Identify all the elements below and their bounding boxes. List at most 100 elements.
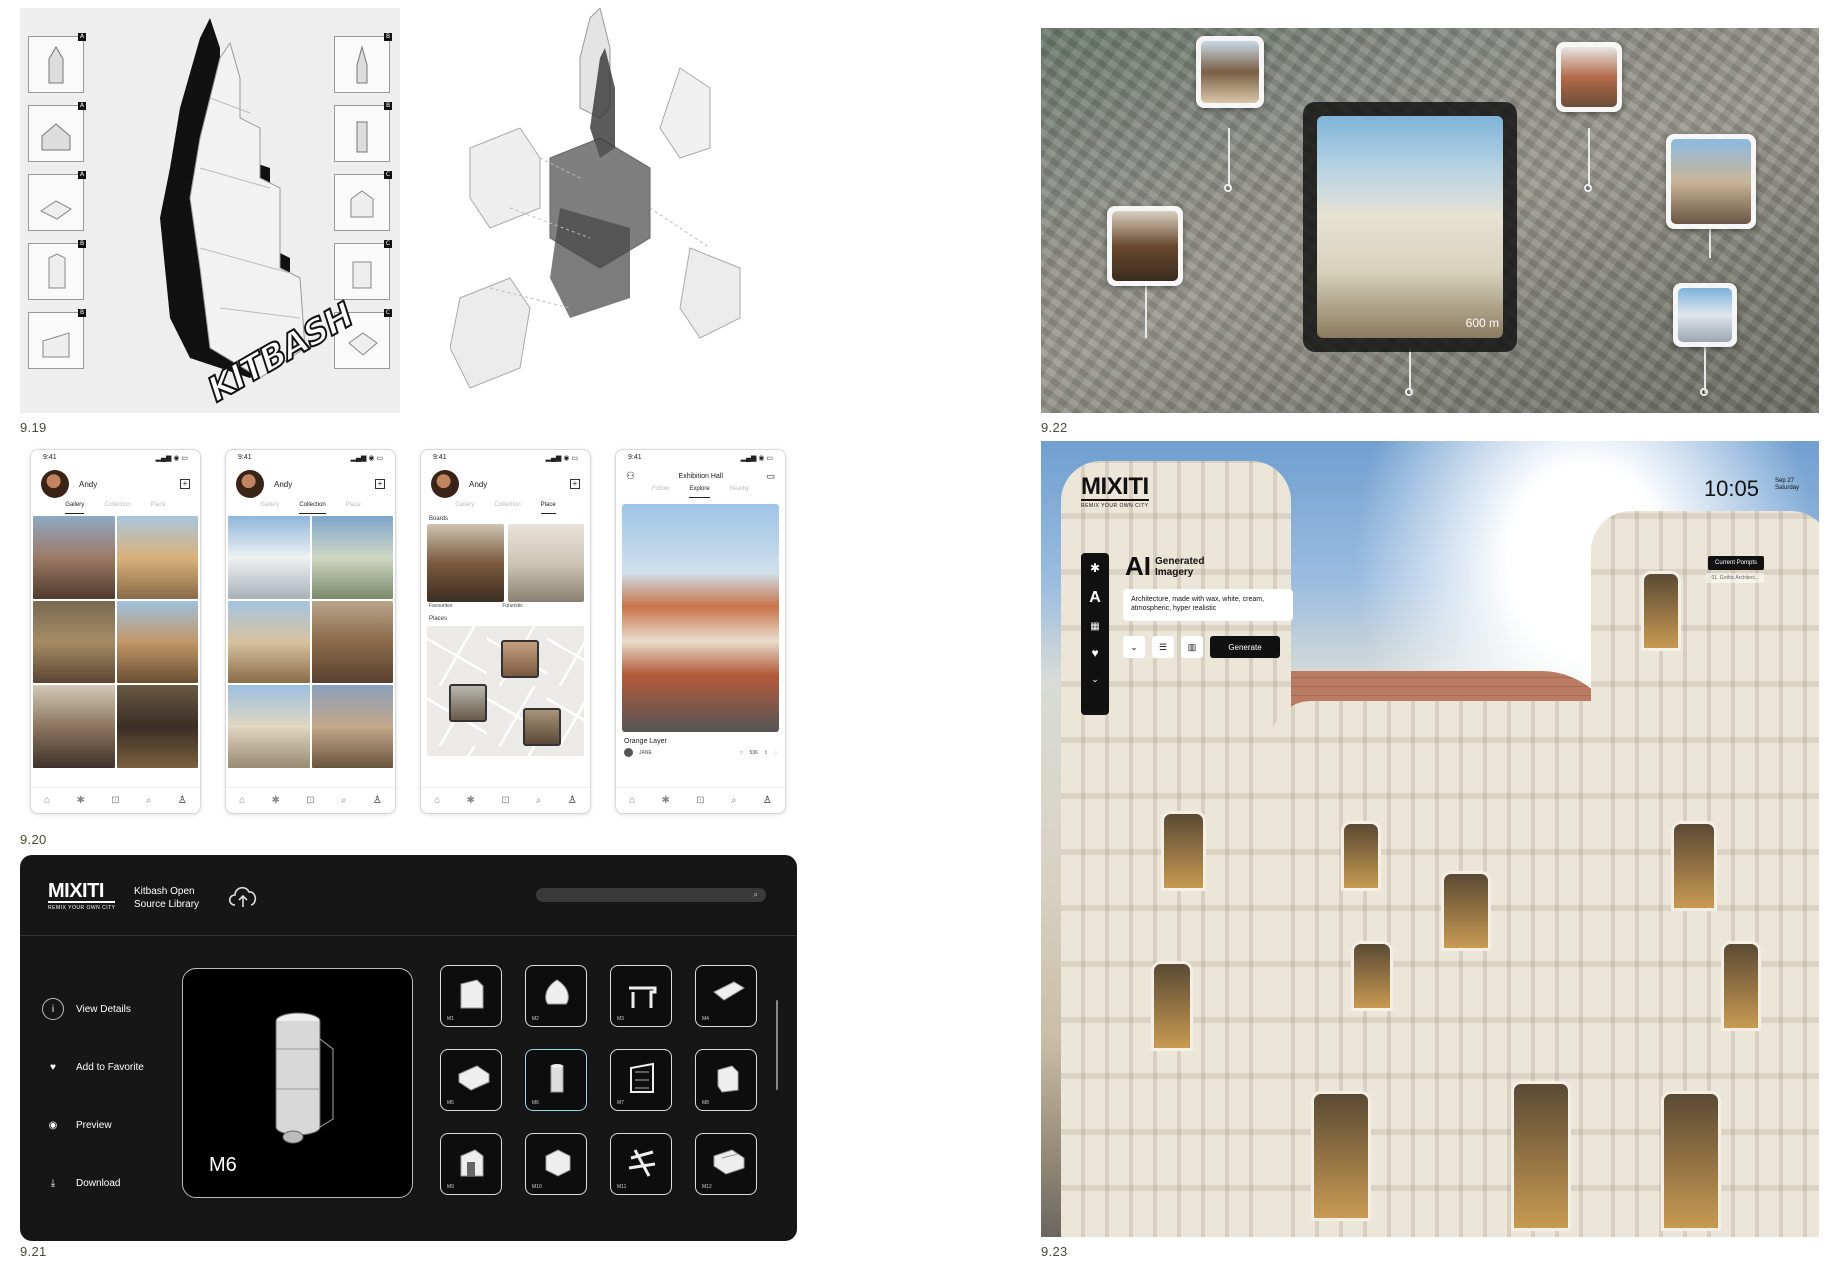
model-preview[interactable]: M6 bbox=[182, 968, 413, 1198]
palm-icon[interactable]: ✱ bbox=[1090, 561, 1100, 575]
cloud-upload-icon[interactable] bbox=[226, 881, 260, 911]
message-icon[interactable]: ▭ bbox=[766, 471, 775, 482]
tab-place[interactable]: Place bbox=[151, 502, 166, 514]
add-icon[interactable]: + bbox=[180, 479, 190, 489]
profile-icon[interactable]: ♙ bbox=[373, 795, 382, 806]
scan-icon[interactable]: ⊡ bbox=[111, 795, 119, 806]
tab-place[interactable]: Place bbox=[540, 502, 556, 514]
scan-icon[interactable]: ⊡ bbox=[306, 795, 314, 806]
profile-icon[interactable]: ♙ bbox=[763, 795, 772, 806]
palm-icon[interactable]: ✱ bbox=[272, 795, 280, 806]
map-card[interactable] bbox=[1556, 42, 1622, 112]
photo-tile[interactable] bbox=[228, 600, 310, 684]
tab-nearby[interactable]: Nearby bbox=[730, 486, 749, 498]
star-icon[interactable]: ☆ bbox=[739, 750, 743, 756]
palm-icon[interactable]: ✱ bbox=[467, 795, 475, 806]
photo-tile[interactable] bbox=[116, 516, 198, 599]
map-featured-card[interactable]: 600 m bbox=[1303, 102, 1517, 352]
map-card[interactable] bbox=[1196, 36, 1264, 108]
photo-tile[interactable] bbox=[116, 600, 198, 684]
tab-collection[interactable]: Collection bbox=[494, 502, 520, 514]
profile-icon[interactable]: ♙ bbox=[568, 795, 577, 806]
chevron-down-icon[interactable]: ⌄ bbox=[1123, 636, 1145, 658]
photo-tile[interactable] bbox=[228, 685, 310, 768]
add-favorite-button[interactable]: ♥ Add to Favorite bbox=[42, 1038, 172, 1096]
photo-tile[interactable] bbox=[311, 685, 393, 768]
model-tile[interactable]: M3 bbox=[610, 965, 672, 1027]
photo-tile[interactable] bbox=[33, 600, 115, 684]
post-avatar[interactable] bbox=[624, 748, 633, 757]
scan-icon[interactable]: ⊡ bbox=[501, 795, 509, 806]
tab-gallery[interactable]: Gallery bbox=[260, 502, 279, 514]
palm-icon[interactable]: ✱ bbox=[77, 795, 85, 806]
map-card[interactable] bbox=[1666, 134, 1756, 229]
model-tile[interactable]: M8 bbox=[695, 1049, 757, 1111]
tab-place[interactable]: Place bbox=[346, 502, 361, 514]
home-icon[interactable]: ⌂ bbox=[239, 795, 245, 806]
grid-icon[interactable]: ▦ bbox=[1090, 621, 1099, 632]
board-futuristic[interactable] bbox=[507, 524, 584, 602]
model-tile[interactable]: M7 bbox=[610, 1049, 672, 1111]
prompt-input[interactable]: Architecture, made with wax, white, crea… bbox=[1123, 589, 1293, 621]
tab-collection[interactable]: Collection bbox=[299, 502, 326, 514]
search-icon[interactable]: ⌕ bbox=[731, 795, 737, 806]
generate-button[interactable]: Generate bbox=[1210, 636, 1280, 658]
tab-follow[interactable]: Follow bbox=[652, 486, 669, 498]
map-pin[interactable] bbox=[501, 640, 539, 678]
share-icon[interactable]: ⇪ bbox=[764, 750, 768, 756]
model-tile[interactable]: M5 bbox=[440, 1049, 502, 1111]
model-tile[interactable]: M4 bbox=[695, 965, 757, 1027]
avatar[interactable] bbox=[431, 470, 459, 498]
photo-tile[interactable] bbox=[33, 685, 115, 768]
photo-tile[interactable] bbox=[311, 600, 393, 684]
scrollbar[interactable] bbox=[776, 1000, 778, 1090]
places-map[interactable] bbox=[427, 626, 584, 756]
model-tile[interactable]: M10 bbox=[525, 1133, 587, 1195]
home-icon[interactable]: ⌂ bbox=[44, 795, 50, 806]
map-card[interactable] bbox=[1673, 283, 1737, 347]
search-icon[interactable]: ⌕ bbox=[754, 890, 758, 900]
model-tile[interactable]: M11 bbox=[610, 1133, 672, 1195]
view-details-button[interactable]: i View Details bbox=[42, 980, 172, 1038]
tab-explore[interactable]: Explore bbox=[689, 486, 710, 498]
current-prompts-button[interactable]: Current Pompts bbox=[1707, 556, 1764, 570]
mixiti-logo[interactable]: MIXITI REMIX YOUR OWN CITY bbox=[1081, 475, 1149, 509]
search-icon[interactable]: ⌕ bbox=[341, 795, 347, 806]
photo-tile[interactable] bbox=[228, 516, 310, 599]
settings-sliders-icon[interactable]: ☰ bbox=[1152, 636, 1174, 658]
tab-gallery[interactable]: Gallery bbox=[455, 502, 474, 514]
photo-tile[interactable] bbox=[311, 516, 393, 599]
add-icon[interactable]: + bbox=[375, 479, 385, 489]
scan-icon[interactable]: ⊡ bbox=[696, 795, 704, 806]
download-button[interactable]: ⤓ Download bbox=[42, 1154, 172, 1212]
map-pin[interactable] bbox=[523, 708, 561, 746]
photo-tile[interactable] bbox=[116, 685, 198, 768]
search-icon[interactable]: ⌕ bbox=[146, 795, 152, 806]
model-tile[interactable]: M2 bbox=[525, 965, 587, 1027]
chevron-down-icon[interactable]: ⌄ bbox=[1091, 674, 1099, 685]
explore-post-image[interactable] bbox=[622, 504, 779, 732]
map-card[interactable] bbox=[1107, 206, 1183, 286]
text-tool-icon[interactable]: A bbox=[1089, 589, 1101, 607]
profile-icon[interactable]: ♙ bbox=[178, 795, 187, 806]
board-favourites[interactable] bbox=[427, 524, 504, 602]
photo-tile[interactable] bbox=[33, 516, 115, 599]
people-icon[interactable]: ⚇ bbox=[626, 471, 635, 482]
preview-button[interactable]: ◉ Preview bbox=[42, 1096, 172, 1154]
search-icon[interactable]: ⌕ bbox=[536, 795, 542, 806]
home-icon[interactable]: ⌂ bbox=[629, 795, 635, 806]
heart-icon[interactable]: ♥ bbox=[1091, 646, 1098, 660]
model-tile[interactable]: M9 bbox=[440, 1133, 502, 1195]
map-pin[interactable] bbox=[449, 684, 487, 722]
comment-icon[interactable]: ◌ bbox=[774, 750, 777, 756]
add-icon[interactable]: + bbox=[570, 479, 580, 489]
trash-icon[interactable]: ▥ bbox=[1181, 636, 1203, 658]
tab-collection[interactable]: Collection bbox=[104, 502, 130, 514]
model-tile[interactable]: M12 bbox=[695, 1133, 757, 1195]
tab-gallery[interactable]: Gallery bbox=[65, 502, 85, 514]
mixiti-logo[interactable]: MIXITI REMIX YOUR OWN CITY bbox=[48, 881, 116, 911]
home-icon[interactable]: ⌂ bbox=[434, 795, 440, 806]
model-tile[interactable]: M1 bbox=[440, 965, 502, 1027]
avatar[interactable] bbox=[236, 470, 264, 498]
model-tile-selected[interactable]: M6 bbox=[525, 1049, 587, 1111]
